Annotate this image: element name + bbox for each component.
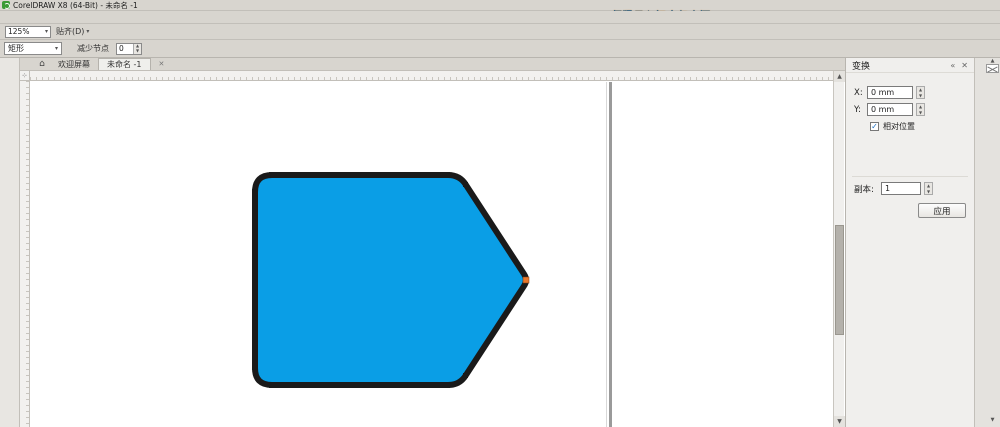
copies-label: 副本: [854, 184, 874, 195]
selection-mode-dropdown[interactable]: 矩形 ▾ [4, 42, 62, 55]
tab-untitled-document[interactable]: 未命名 -1 [98, 58, 151, 70]
zoom-level-dropdown[interactable]: 125% ▾ [5, 25, 51, 38]
color-palette: ▲ ▼ [985, 58, 1000, 427]
menu-bar [0, 11, 1000, 24]
curve-smoothness-input[interactable]: 0 ▲ ▼ [116, 42, 142, 55]
selected-tip-node [522, 276, 530, 284]
x-position-input[interactable]: 0 mm [867, 86, 913, 99]
standard-toolbar: 125% ▾ 贴齐(D) ▾ [0, 24, 1000, 40]
drawing-canvas[interactable]: ⊹ ▲ ▼ [20, 71, 845, 427]
page-edge-line [609, 82, 612, 427]
docker-tab-strip [974, 58, 985, 427]
window-title: CorelDRAW X8 (64-Bit) - 未命名 -1 [13, 0, 138, 10]
ruler-origin-button[interactable]: ⊹ [20, 71, 30, 81]
docker-close-button[interactable]: ✕ [961, 61, 968, 70]
app-logo-icon [2, 1, 10, 9]
vertical-ruler [20, 81, 30, 427]
copies-spinner[interactable]: ▲ ▼ [924, 182, 933, 195]
anchor-point-grid [846, 134, 974, 173]
apply-button[interactable]: 应用 [918, 203, 966, 218]
chevron-down-icon: ▾ [86, 28, 90, 35]
y-position-input[interactable]: 0 mm [867, 103, 913, 116]
scroll-up-arrow-icon[interactable]: ▲ [834, 71, 845, 82]
vertical-scrollbar[interactable]: ▲ ▼ [833, 71, 845, 427]
palette-scroll-down-icon[interactable]: ▼ [991, 417, 995, 423]
x-spinner[interactable]: ▲ ▼ [916, 86, 925, 99]
docker-collapse-button[interactable]: « [950, 61, 955, 70]
chevron-down-icon: ▾ [44, 28, 48, 35]
title-bar: CorelDRAW X8 (64-Bit) - 未命名 -1 [0, 0, 1000, 11]
copies-input[interactable]: 1 [881, 182, 921, 195]
no-color-swatch[interactable] [986, 64, 999, 73]
horizontal-ruler [30, 71, 833, 81]
property-bar: 矩形 ▾ 减少节点 0 ▲ ▼ [0, 40, 1000, 58]
tab-welcome-screen[interactable]: 欢迎屏幕 [50, 58, 98, 70]
arrow-pentagon-shape[interactable] [248, 168, 540, 394]
x-label: X: [854, 87, 863, 98]
docker-title: 变换 [852, 61, 871, 72]
spinner-arrows[interactable]: ▲ ▼ [133, 43, 141, 54]
relative-position-label: 相对位置 [883, 122, 915, 131]
y-label: Y: [854, 104, 861, 115]
docker-header: 变换 « ✕ [846, 58, 974, 73]
reduce-nodes-button[interactable]: 减少节点 [72, 41, 114, 56]
home-tab-icon[interactable]: ⌂ [34, 58, 50, 70]
document-tab-bar: ⌂ 欢迎屏幕 未命名 -1 ✕ [20, 58, 845, 71]
y-spinner[interactable]: ▲ ▼ [916, 103, 925, 116]
close-document-button[interactable]: ✕ [151, 58, 173, 70]
toolbox [0, 58, 20, 427]
coreldraw-window: CorelDRAW X8 (64-Bit) - 未命名 -1 一個猛子入江水与山… [0, 0, 1000, 427]
page-edge-shadow [606, 82, 607, 427]
scroll-down-arrow-icon[interactable]: ▼ [834, 416, 845, 427]
snap-to-button[interactable]: 贴齐(D) ▾ [53, 26, 92, 37]
scrollbar-thumb[interactable] [835, 225, 844, 335]
chevron-down-icon: ▾ [54, 45, 58, 52]
close-icon: ✕ [158, 60, 165, 68]
transform-docker: 变换 « ✕ X: 0 mm ▲ ▼ Y: 0 mm ▲ ▼ ✓ 相对位置 副本: … [845, 58, 974, 427]
relative-position-checkbox[interactable]: ✓ [870, 122, 879, 131]
